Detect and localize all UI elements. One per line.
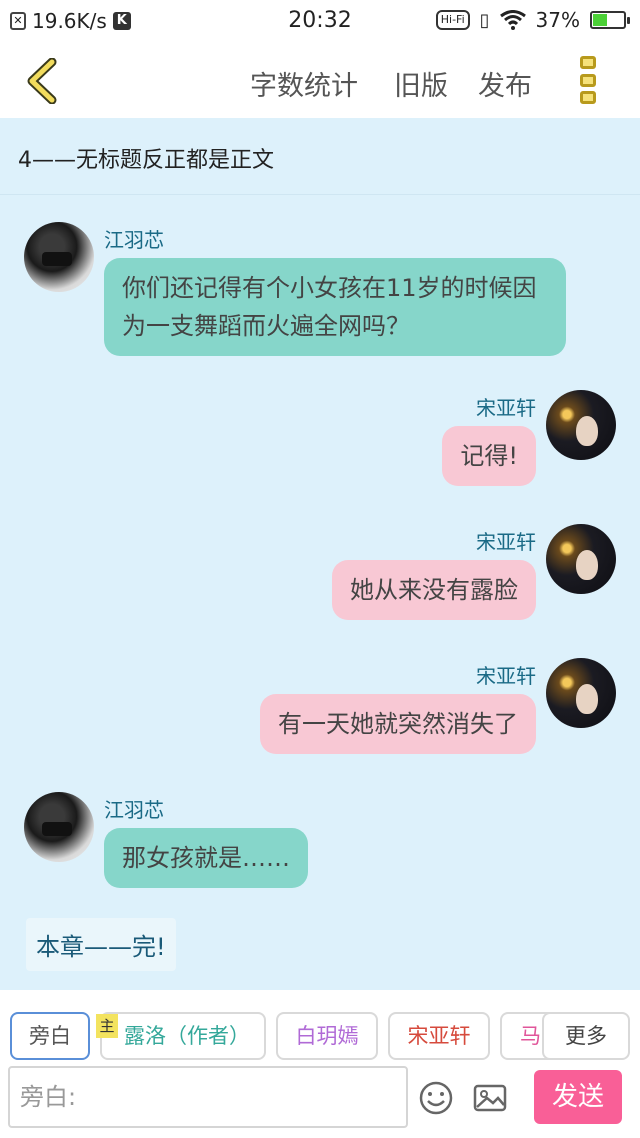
status-bar: ✕ 19.6K/s K 20:32 Hi-Fi ▯ 37% (0, 0, 640, 44)
publish-button[interactable]: 发布 (478, 64, 532, 103)
image-icon[interactable] (472, 1080, 508, 1116)
chapter-end-note[interactable]: 本章——完! (26, 918, 176, 971)
wifi-icon (499, 10, 526, 30)
speaker-name: 江羽芯 (104, 228, 164, 252)
more-roles-button[interactable]: 更多 (542, 1012, 630, 1060)
message-input[interactable]: 旁白: (8, 1066, 408, 1128)
speaker-name: 宋亚轩 (476, 664, 536, 688)
main-role-badge: 主 (96, 1014, 118, 1038)
more-menu-icon[interactable] (580, 56, 598, 104)
word-count-button[interactable]: 字数统计 (250, 64, 358, 103)
role-chip-baiyueyan[interactable]: 白玥嫣 (276, 1012, 378, 1060)
status-right: Hi-Fi ▯ 37% (435, 8, 630, 32)
composer-panel: 旁白 露洛（作者） 主 白玥嫣 宋亚轩 马 更多 旁白: 发送 (0, 990, 640, 1138)
old-version-button[interactable]: 旧版 (394, 64, 448, 103)
battery-icon (590, 11, 630, 29)
emoji-icon[interactable] (418, 1080, 454, 1116)
chat-area[interactable]: 4——无标题反正都是正文 江羽芯 你们还记得有个小女孩在11岁的时候因为一支舞蹈… (0, 118, 640, 990)
speaker-name: 宋亚轩 (476, 530, 536, 554)
message-bubble[interactable]: 有一天她就突然消失了 (260, 694, 536, 754)
avatar[interactable] (24, 222, 94, 292)
avatar[interactable] (546, 658, 616, 728)
divider (0, 194, 640, 195)
top-nav: 字数统计 旧版 发布 (0, 44, 640, 118)
avatar[interactable] (24, 792, 94, 862)
speaker-name: 江羽芯 (104, 798, 164, 822)
vibrate-icon: ▯ (479, 9, 490, 31)
back-chevron-icon[interactable] (22, 58, 62, 104)
role-chip-narration[interactable]: 旁白 (10, 1012, 90, 1060)
message-bubble[interactable]: 她从来没有露脸 (332, 560, 536, 620)
role-chip-songyaxuan[interactable]: 宋亚轩 (388, 1012, 490, 1060)
chapter-title: 4——无标题反正都是正文 (18, 148, 274, 173)
role-chip-author[interactable]: 露洛（作者） (100, 1012, 266, 1060)
battery-percent: 37% (535, 8, 580, 32)
message-bubble[interactable]: 记得! (442, 426, 536, 486)
send-button[interactable]: 发送 (534, 1070, 622, 1124)
speaker-name: 宋亚轩 (476, 396, 536, 420)
avatar[interactable] (546, 524, 616, 594)
message-bubble[interactable]: 那女孩就是…… (104, 828, 308, 888)
hifi-badge: Hi-Fi (435, 10, 470, 30)
avatar[interactable] (546, 390, 616, 460)
message-bubble[interactable]: 你们还记得有个小女孩在11岁的时候因为一支舞蹈而火遍全网吗？ (104, 258, 566, 356)
